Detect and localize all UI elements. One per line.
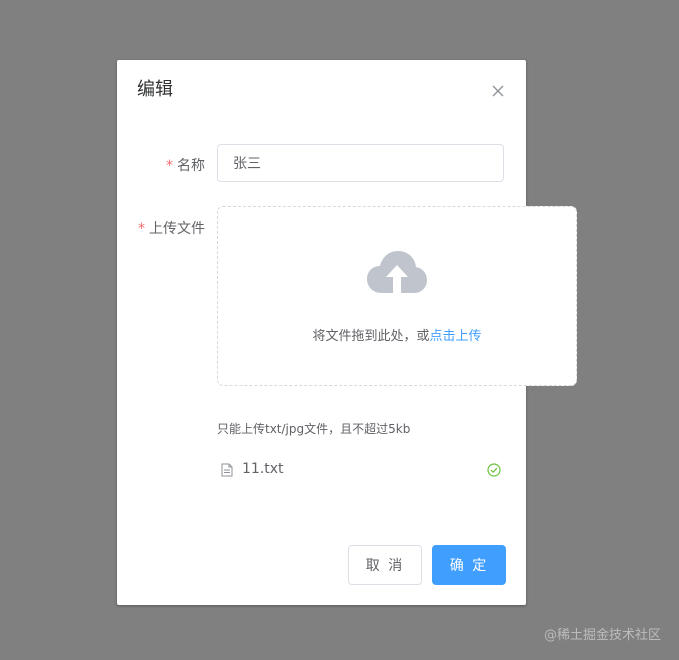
upload-cloud-icon bbox=[367, 251, 427, 293]
upload-dragger[interactable]: 将文件拖到此处，或点击上传 bbox=[217, 206, 577, 386]
name-label: * 名称 bbox=[166, 155, 205, 175]
cancel-button[interactable]: 取 消 bbox=[348, 545, 422, 585]
file-name: 11.txt bbox=[242, 461, 284, 477]
page: 编辑 *名称 *上传文件 将文件拖到此处，或点击上传 只能上传txt/jpg文件… bbox=[0, 0, 679, 660]
dialog-title: 编辑 bbox=[137, 79, 173, 100]
upload-tip: 只能上传txt/jpg文件，且不超过5kb bbox=[217, 422, 411, 436]
upload-label-text: 上传文件 bbox=[149, 221, 205, 237]
file-list-item[interactable]: 11.txt bbox=[217, 458, 506, 482]
watermark: @稀土掘金技术社区 bbox=[543, 628, 661, 643]
upload-drag-text: 将文件拖到此处，或 bbox=[312, 329, 430, 344]
name-input[interactable] bbox=[217, 144, 504, 182]
confirm-button[interactable]: 确 定 bbox=[432, 545, 506, 585]
required-mark: * bbox=[166, 158, 173, 174]
required-mark: * bbox=[138, 221, 145, 237]
document-icon bbox=[221, 463, 233, 477]
upload-click-link[interactable]: 点击上传 bbox=[430, 329, 482, 344]
close-button[interactable] bbox=[491, 84, 505, 98]
name-label-text: 名称 bbox=[177, 158, 205, 174]
close-icon bbox=[492, 85, 504, 97]
upload-text: 将文件拖到此处，或点击上传 bbox=[218, 325, 576, 344]
upload-label: * 上传文件 bbox=[138, 218, 205, 238]
circle-check-icon bbox=[487, 463, 501, 477]
